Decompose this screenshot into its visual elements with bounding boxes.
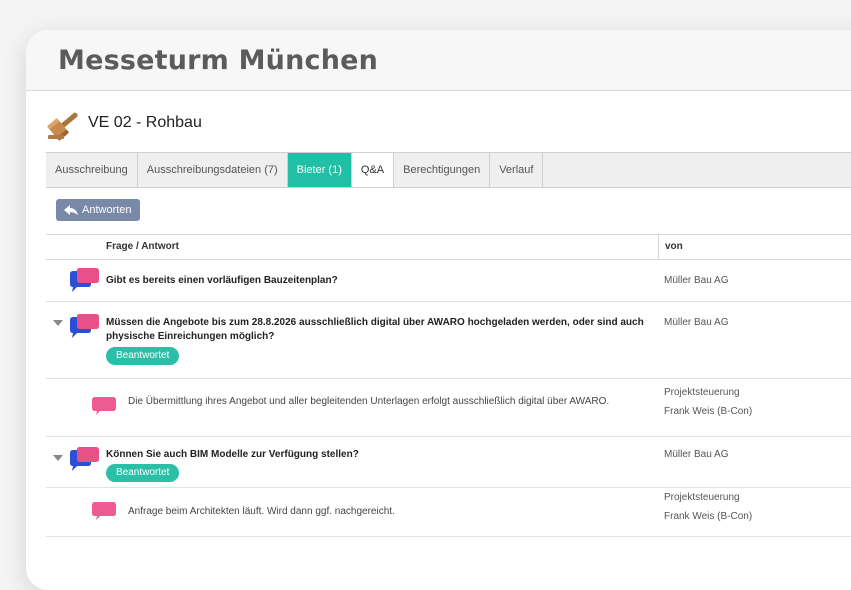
- tab-ausschreibungsdateien[interactable]: Ausschreibungsdateien (7): [138, 153, 288, 187]
- project-title: VE 02 - Rohbau: [88, 114, 202, 131]
- column-header-from: von: [658, 235, 683, 259]
- from-role: Projektsteuerung: [664, 387, 740, 398]
- reply-button[interactable]: Antworten: [56, 199, 140, 221]
- table-header: Frage / Antwort von: [46, 234, 851, 260]
- card-header: Messeturm München: [26, 30, 851, 91]
- from-text: Müller Bau AG: [664, 317, 729, 328]
- qa-table: Frage / Antwort von Gibt es bereits eine…: [46, 234, 851, 537]
- tab-berechtigungen[interactable]: Berechtigungen: [394, 153, 491, 187]
- tab-bar: Ausschreibung Ausschreibungsdateien (7) …: [46, 152, 851, 188]
- table-row[interactable]: Können Sie auch BIM Modelle zur Verfügun…: [46, 437, 851, 488]
- from-name: Frank Weis (B-Con): [664, 511, 753, 522]
- answer-bubble-icon: [92, 397, 116, 415]
- reply-button-label: Antworten: [82, 204, 132, 216]
- answer-bubble-icon: [92, 502, 116, 520]
- status-badge: Beantwortet: [106, 464, 180, 482]
- question-text: Müssen die Angebote bis zum 28.8.2026 au…: [106, 317, 644, 342]
- tab-bieter[interactable]: Bieter (1): [287, 153, 352, 187]
- page-title: Messeturm München: [58, 45, 379, 76]
- collapse-caret-icon[interactable]: [53, 320, 63, 326]
- from-text: Müller Bau AG: [664, 449, 729, 460]
- tab-ausschreibung[interactable]: Ausschreibung: [46, 153, 138, 187]
- status-badge: Beantwortet: [106, 347, 180, 365]
- question-bubble-icon: [70, 268, 99, 292]
- project-heading: VE 02 - Rohbau: [46, 105, 202, 141]
- question-bubble-icon: [70, 447, 99, 471]
- column-header-question: Frage / Antwort: [106, 241, 179, 252]
- from-name: Frank Weis (B-Con): [664, 406, 753, 417]
- tab-qa[interactable]: Q&A: [351, 153, 395, 187]
- table-row-answer[interactable]: Die Übermittlung ihres Angebot und aller…: [46, 379, 851, 437]
- tab-verlauf[interactable]: Verlauf: [490, 153, 544, 187]
- question-text: Gibt es bereits einen vorläufigen Bauzei…: [106, 275, 338, 286]
- table-row-answer[interactable]: Anfrage beim Architekten läuft. Wird dan…: [46, 488, 851, 537]
- gavel-icon: [47, 112, 78, 141]
- reply-arrow-icon: [64, 205, 78, 215]
- table-row[interactable]: Müssen die Angebote bis zum 28.8.2026 au…: [46, 302, 851, 379]
- collapse-caret-icon[interactable]: [53, 455, 63, 461]
- from-text: Müller Bau AG: [664, 275, 729, 286]
- app-card: Messeturm München VE 02 - Rohbau Ausschr…: [26, 30, 851, 590]
- from-role: Projektsteuerung: [664, 492, 740, 503]
- question-bubble-icon: [70, 314, 99, 338]
- table-row[interactable]: Gibt es bereits einen vorläufigen Bauzei…: [46, 260, 851, 302]
- answer-text: Die Übermittlung ihres Angebot und aller…: [128, 396, 610, 407]
- question-text: Können Sie auch BIM Modelle zur Verfügun…: [106, 449, 359, 460]
- answer-text: Anfrage beim Architekten läuft. Wird dan…: [128, 506, 395, 517]
